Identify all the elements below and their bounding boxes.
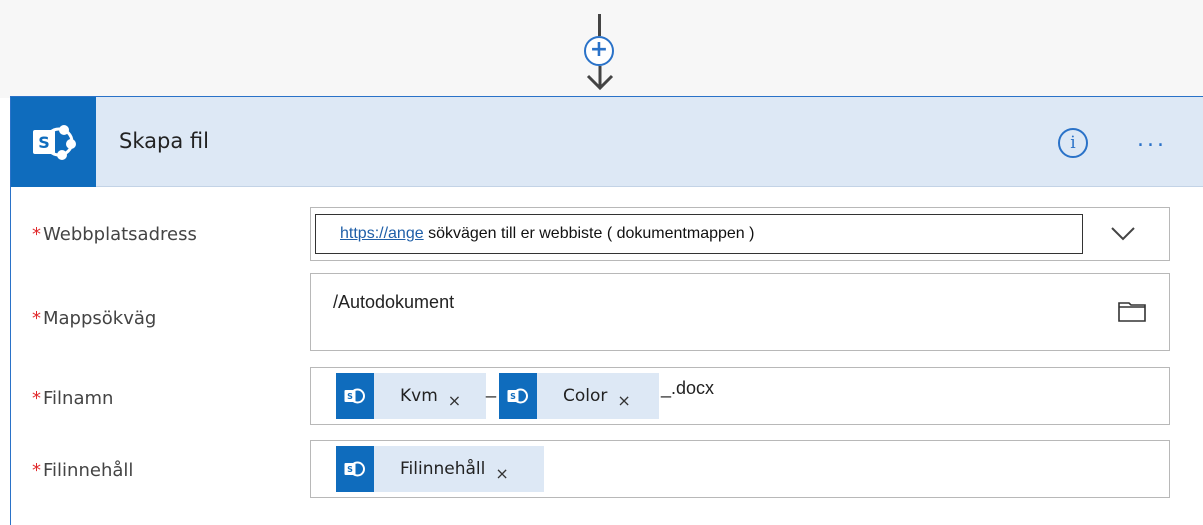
required-mark: * (32, 224, 41, 245)
action-title: Skapa fil (119, 129, 209, 153)
more-options-button[interactable]: ... (1137, 127, 1167, 152)
required-mark: * (32, 308, 41, 329)
folder-icon[interactable] (1118, 300, 1146, 322)
token-label: Kvm (400, 386, 438, 406)
required-mark: * (32, 460, 41, 481)
sharepoint-icon: S (336, 446, 374, 492)
remove-token-icon[interactable]: × (448, 391, 461, 410)
site-address-field[interactable]: https://ange sökvägen till er webbiste (… (310, 207, 1170, 261)
file-name-separator: _ (486, 378, 497, 398)
chevron-down-icon[interactable] (1109, 221, 1137, 245)
file-content-field[interactable]: S Filinnehåll × (310, 440, 1170, 498)
action-header[interactable]: S Skapa fil i ... (11, 97, 1203, 187)
folder-path-label-text: Mappsökväg (43, 308, 157, 329)
site-address-label: * Webbplatsadress (32, 224, 197, 245)
sharepoint-icon: S (11, 97, 96, 187)
svg-text:S: S (38, 133, 50, 152)
remove-token-icon[interactable]: × (495, 464, 508, 483)
svg-text:S: S (510, 392, 516, 401)
info-icon[interactable]: i (1058, 128, 1088, 158)
remove-token-icon[interactable]: × (617, 391, 630, 410)
token-kvm[interactable]: S Kvm × (336, 373, 486, 419)
folder-path-label: * Mappsökväg (32, 308, 156, 329)
folder-path-value: /Autodokument (333, 292, 455, 312)
token-label: Filinnehåll (400, 459, 486, 479)
plus-circle-icon: + (589, 37, 609, 62)
file-content-label-text: Filinnehåll (43, 460, 134, 481)
token-label: Color (563, 386, 608, 406)
sharepoint-icon: S (499, 373, 537, 419)
site-address-label-text: Webbplatsadress (43, 224, 197, 245)
sharepoint-icon: S (336, 373, 374, 419)
add-step-button[interactable]: + (584, 36, 614, 66)
svg-text:S: S (347, 465, 353, 474)
file-name-label-text: Filnamn (43, 388, 114, 409)
token-color[interactable]: S Color × (499, 373, 659, 419)
svg-text:S: S (347, 392, 353, 401)
folder-path-field[interactable]: /Autodokument (310, 273, 1170, 351)
required-mark: * (32, 388, 41, 409)
file-content-label: * Filinnehåll (32, 460, 133, 481)
file-name-label: * Filnamn (32, 388, 113, 409)
file-name-extension: _.docx (661, 378, 715, 398)
file-name-field[interactable]: S Kvm × _ S Color × _.docx (310, 367, 1170, 425)
site-address-value: sökvägen till er webbiste ( dokumentmapp… (423, 225, 755, 242)
connector-line (598, 14, 601, 36)
site-address-link[interactable]: https://ange (340, 225, 424, 242)
site-address-input[interactable]: https://ange sökvägen till er webbiste (… (315, 214, 1083, 254)
token-filinnehall[interactable]: S Filinnehåll × (336, 446, 544, 492)
arrow-down-icon (586, 66, 614, 91)
